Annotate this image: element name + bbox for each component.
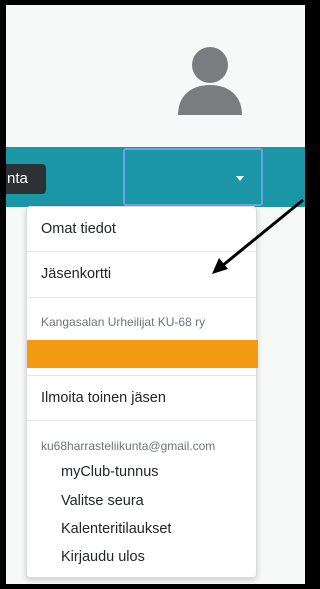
user-avatar-icon[interactable]: [174, 43, 246, 115]
menu-divider: [27, 420, 256, 421]
menu-item-my-info[interactable]: Omat tiedot: [27, 221, 256, 237]
menu-item-register-other-member[interactable]: Ilmoita toinen jäsen: [27, 390, 256, 406]
caret-down-icon: [236, 176, 244, 181]
menu-divider: [27, 375, 256, 376]
menu-account-email: ku68harrasteliikunta@gmail.com: [41, 439, 216, 453]
screenshot-frame: nta Omat tiedot Jäsenkortti Kangasalan U…: [0, 0, 311, 589]
menu-item-member-card[interactable]: Jäsenkortti: [27, 266, 256, 282]
menu-club-name: Kangasalan Urheilijat KU-68 ry: [41, 315, 206, 329]
menu-item-calendar-subscriptions[interactable]: Kalenteritilaukset: [27, 521, 256, 537]
club-selector-button[interactable]: nta: [6, 164, 46, 194]
club-highlight-bar[interactable]: [27, 340, 258, 368]
app-screen: nta Omat tiedot Jäsenkortti Kangasalan U…: [6, 5, 305, 584]
top-header: [6, 5, 305, 147]
menu-divider: [27, 251, 256, 252]
user-dropdown-menu: Omat tiedot Jäsenkortti Kangasalan Urhei…: [26, 206, 258, 578]
menu-item-myclub-id[interactable]: myClub-tunnus: [27, 464, 256, 480]
menu-item-choose-club[interactable]: Valitse seura: [27, 493, 256, 509]
menu-divider: [27, 297, 256, 298]
menu-item-log-out[interactable]: Kirjaudu ulos: [27, 549, 256, 565]
